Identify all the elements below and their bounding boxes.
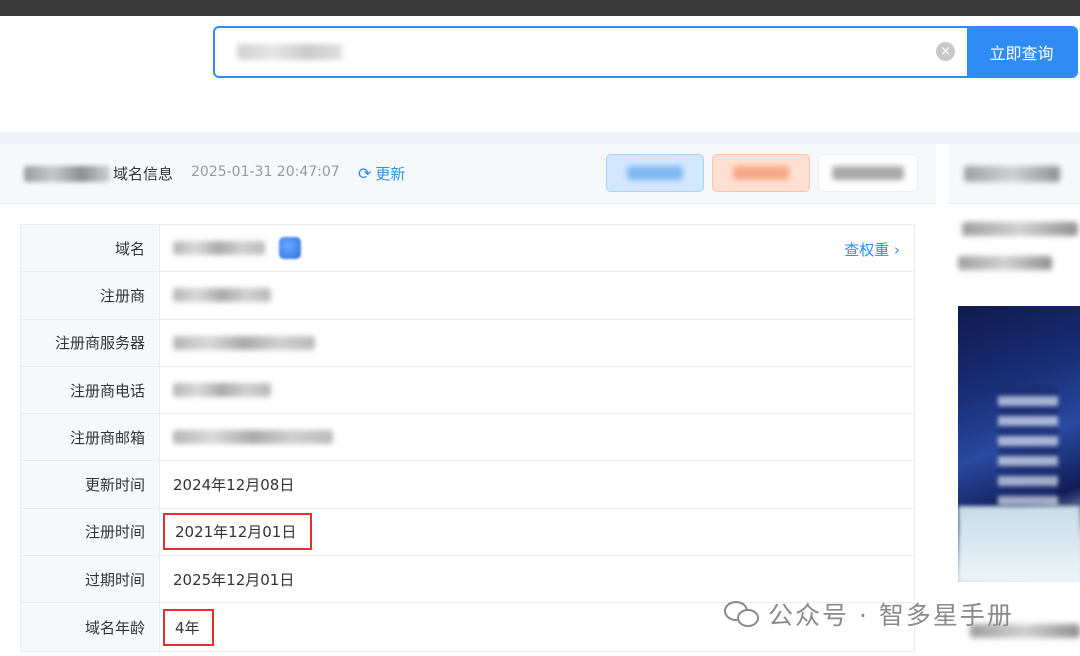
side-panel-header [948,144,1080,204]
blurred-value [173,383,271,398]
window-top-bar [0,0,1080,16]
blurred-value [173,241,265,256]
row-label: 注册时间 [21,508,160,556]
wechat-icon [724,599,760,629]
search-button[interactable]: 立即查询 [967,28,1076,76]
row-value [160,272,914,318]
table-row: 注册商 [21,272,914,320]
whois-table: 域名 查权重 › 注册商 注册商服务器 注册商电话 注册商邮箱 更新时间 202… [20,224,915,652]
row-label: 注册商服务器 [21,319,160,366]
side-panel [948,144,1080,656]
section-divider [0,132,1080,144]
row-label: 更新时间 [21,461,160,508]
action-button-blue[interactable] [606,154,704,192]
action-button-orange[interactable] [712,154,810,192]
blurred-value [173,430,333,445]
row-value: 2024年12月08日 [160,461,914,507]
table-row: 注册商电话 [21,366,914,415]
register-date-highlight: 2021年12月01日 [163,513,313,551]
row-value [160,367,914,413]
expire-date: 2025年12月01日 [173,570,295,589]
blurred-side-text [958,256,1052,270]
row-value: 2021年12月01日 [160,509,914,555]
table-row: 注册商服务器 [21,319,914,367]
update-timestamp: 2025-01-31 20:47:07 [191,164,340,180]
refresh-label: 更新 [375,165,406,183]
panel-header: 域名信息 2025-01-31 20:47:07 ⟳ 更新 [0,144,936,204]
blurred-value [173,335,315,350]
blurred-label [832,166,904,180]
clear-icon[interactable]: × [936,42,955,61]
table-row: 注册时间 2021年12月01日 [21,508,914,557]
blurred-query-text [237,44,342,60]
blurred-side-title [964,166,1060,182]
row-label: 域名年龄 [21,603,160,651]
refresh-icon: ⟳ [358,164,372,183]
table-row: 注册商邮箱 [21,414,914,462]
watermark: 公众号 · 智多星手册 [724,596,1014,632]
blurred-label [627,166,683,180]
row-label: 注册商邮箱 [21,414,160,461]
action-button-white[interactable] [818,154,918,192]
blurred-label [733,166,789,180]
panel-title: 域名信息 [113,165,174,183]
row-label: 域名 [21,225,160,272]
table-row: 域名 查权重 › [21,225,914,273]
refresh-button[interactable]: ⟳ 更新 [358,163,405,184]
blurred-value [173,288,271,303]
advertisement-image[interactable] [958,306,1080,582]
watermark-text: 公众号 · 智多星手册 [768,601,1014,630]
check-weight-link[interactable]: 查权重 › [844,239,900,260]
search-bar: × 立即查询 [213,26,1078,78]
domain-badge-icon[interactable] [279,237,301,260]
row-value: 查权重 › [160,225,914,271]
table-row: 更新时间 2024年12月08日 [21,461,914,509]
domain-info-panel: 域名信息 2025-01-31 20:47:07 ⟳ 更新 域名 查权重 › 注… [0,144,936,656]
blurred-domain-name [24,166,110,182]
blurred-side-text [962,222,1078,236]
row-value [160,414,914,460]
row-value [160,320,914,366]
row-label: 过期时间 [21,556,160,603]
domain-age-highlight: 4年 [163,608,214,646]
row-label: 注册商电话 [21,366,160,414]
update-date: 2024年12月08日 [173,476,295,495]
row-label: 注册商 [21,272,160,319]
